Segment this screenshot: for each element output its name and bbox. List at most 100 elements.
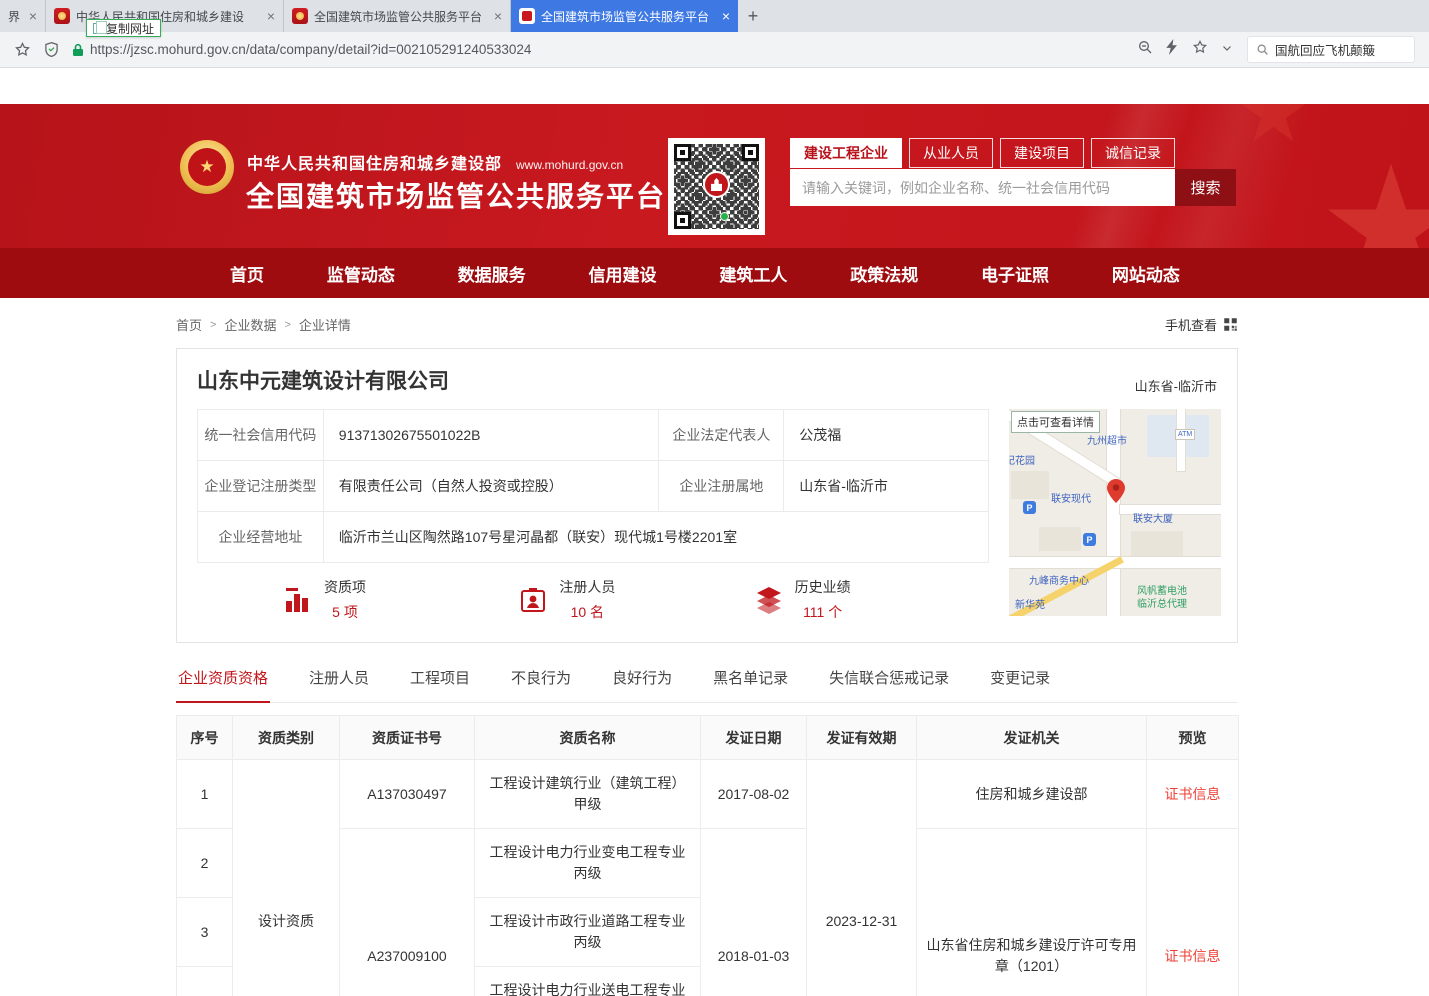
tab-close-icon[interactable]: ×	[29, 9, 37, 23]
cell-no: 4	[177, 967, 233, 996]
main-navigation: 首页 监管动态 数据服务 信用建设 建筑工人 政策法规 电子证照 网站动态	[0, 248, 1429, 298]
stat-historical-performance[interactable]: 历史业绩 111 个	[754, 577, 989, 622]
stat-label: 注册人员	[559, 577, 615, 597]
nav-item-site-news[interactable]: 网站动态	[1112, 261, 1180, 286]
ministry-name: 中华人民共和国住房和城乡建设部	[247, 150, 502, 174]
url-text: https://jzsc.mohurd.gov.cn/data/company/…	[90, 42, 531, 57]
bookmark-star-icon[interactable]	[14, 41, 31, 58]
qualification-icon	[283, 585, 313, 615]
field-label: 企业注册属地	[659, 461, 784, 512]
ministry-line: 中华人民共和国住房和城乡建设部 www.mohurd.gov.cn	[247, 150, 623, 174]
breadcrumb-company-data[interactable]: 企业数据	[224, 315, 276, 334]
page-top-gap	[0, 68, 1429, 104]
col-header: 发证有效期	[807, 716, 917, 760]
nav-item-home[interactable]: 首页	[230, 261, 264, 286]
ministry-site-url: www.mohurd.gov.cn	[516, 158, 623, 172]
field-label: 企业法定代表人	[659, 410, 784, 461]
stat-qualifications[interactable]: 资质项 5 项	[283, 577, 518, 622]
nav-item-credit[interactable]: 信用建设	[589, 261, 657, 286]
company-region: 山东省-临沂市	[1135, 376, 1217, 395]
qr-green-dot	[720, 212, 729, 221]
qr-center-logo	[703, 171, 730, 198]
tab-dishonesty-records[interactable]: 失信联合惩戒记录	[827, 667, 951, 702]
copy-url-tooltip[interactable]: 复制网址	[86, 19, 161, 37]
site-banner: 中华人民共和国住房和城乡建设部 www.mohurd.gov.cn 全国建筑市场…	[0, 104, 1429, 248]
breadcrumb-company-detail: 企业详情	[299, 315, 351, 334]
hot-search-text: 国航回应飞机颠簸	[1275, 40, 1375, 59]
tab-title: 全国建筑市场监管公共服务平台	[541, 8, 716, 25]
tab-title: 全国建筑市场监管公共服务平台	[314, 8, 488, 25]
cell-issue-date: 2018-01-03	[701, 829, 807, 996]
breadcrumb: 首页 > 企业数据 > 企业详情 手机查看	[176, 315, 1238, 334]
cell-cert-no: A137030497	[340, 760, 475, 829]
site-favicon	[519, 8, 535, 24]
nav-item-workers[interactable]: 建筑工人	[719, 261, 787, 286]
cell-issue-date: 2017-08-02	[701, 760, 807, 829]
map-building	[1131, 531, 1183, 557]
mobile-view-button[interactable]: 手机查看	[1165, 315, 1238, 334]
personnel-badge-icon	[518, 585, 548, 615]
map-thumbnail[interactable]: 点击可查看详情 九州超市 ATM 纪花园 联安现代 联安大厦 九峰商务中心 新华…	[1009, 409, 1221, 616]
nav-item-certificates[interactable]: 电子证照	[981, 261, 1049, 286]
nav-item-supervision[interactable]: 监管动态	[327, 261, 395, 286]
qualification-table: 序号 资质类别 资质证书号 资质名称 发证日期 发证有效期 发证机关 预览 1 …	[176, 715, 1239, 996]
browser-window: 界 × 中华人民共和国住房和城乡建设 × 全国建筑市场监管公共服务平台 × 全国…	[0, 0, 1429, 996]
cert-info-link[interactable]: 证书信息	[1165, 948, 1221, 964]
favorite-star-icon[interactable]	[1192, 39, 1208, 60]
map-label: 联安大厦	[1133, 513, 1173, 526]
search-tab-personnel[interactable]: 从业人员	[909, 138, 993, 168]
browser-tab-active[interactable]: 全国建筑市场监管公共服务平台 ×	[511, 0, 738, 32]
url-input[interactable]: https://jzsc.mohurd.gov.cn/data/company/…	[72, 42, 1125, 57]
cell-preview: 证书信息	[1147, 760, 1239, 829]
col-header: 资质证书号	[340, 716, 475, 760]
copy-icon	[93, 23, 102, 34]
search-tab-enterprise[interactable]: 建设工程企业	[790, 138, 902, 168]
nav-item-policy[interactable]: 政策法规	[850, 261, 918, 286]
chevron-down-icon[interactable]	[1221, 41, 1233, 59]
browser-tab-jzsc[interactable]: 全国建筑市场监管公共服务平台 ×	[284, 0, 511, 32]
company-info: 统一社会信用代码 91371302675501022B 企业法定代表人 公茂福 …	[197, 409, 989, 622]
stat-value: 111 个	[795, 602, 851, 622]
tab-close-icon[interactable]: ×	[267, 9, 275, 23]
keyword-search-input[interactable]	[790, 169, 1175, 206]
tab-projects[interactable]: 工程项目	[408, 667, 472, 702]
map-label: 风帆蓄电池 临沂总代理	[1137, 585, 1187, 611]
cert-info-link[interactable]: 证书信息	[1165, 786, 1221, 802]
cell-qual-name: 工程设计市政行业道路工程专业丙级	[475, 898, 701, 967]
new-tab-button[interactable]: +	[738, 0, 768, 32]
search-button[interactable]: 搜索	[1175, 169, 1236, 206]
tab-bad-behavior[interactable]: 不良行为	[509, 667, 573, 702]
search-tab-project[interactable]: 建设项目	[1000, 138, 1084, 168]
breadcrumb-home[interactable]: 首页	[176, 315, 202, 334]
tab-qualifications[interactable]: 企业资质资格	[176, 667, 270, 703]
tab-close-icon[interactable]: ×	[494, 9, 502, 23]
hot-search-box[interactable]: 国航回应飞机颠簸	[1247, 36, 1415, 63]
site-security-shield-icon[interactable]	[44, 41, 59, 58]
detail-tabs: 企业资质资格 注册人员 工程项目 不良行为 良好行为 黑名单记录 失信联合惩戒记…	[176, 667, 1238, 703]
banner-star-icon	[1317, 144, 1429, 248]
browser-tab-partial[interactable]: 界 ×	[0, 0, 46, 32]
browser-tab-bar: 界 × 中华人民共和国住房和城乡建设 × 全国建筑市场监管公共服务平台 × 全国…	[0, 0, 1429, 32]
browser-tab-mohurd[interactable]: 中华人民共和国住房和城乡建设 ×	[46, 0, 284, 32]
atm-icon: ATM	[1175, 429, 1195, 440]
col-header: 资质类别	[233, 716, 340, 760]
lightning-icon[interactable]	[1166, 39, 1179, 60]
tab-blacklist[interactable]: 黑名单记录	[711, 667, 790, 702]
col-header: 发证机关	[917, 716, 1147, 760]
search-tab-credit[interactable]: 诚信记录	[1091, 138, 1175, 168]
field-label: 企业经营地址	[198, 512, 324, 563]
tab-registered-personnel[interactable]: 注册人员	[307, 667, 371, 702]
nav-item-data-service[interactable]: 数据服务	[458, 261, 526, 286]
qr-code	[668, 138, 765, 235]
address-bar-actions	[1137, 39, 1233, 60]
tab-change-records[interactable]: 变更记录	[988, 667, 1052, 702]
cell-preview: 证书信息	[1147, 829, 1239, 996]
company-info-table: 统一社会信用代码 91371302675501022B 企业法定代表人 公茂福 …	[197, 409, 989, 563]
cell-valid-until: 2023-12-31	[807, 760, 917, 996]
tab-close-icon[interactable]: ×	[722, 9, 730, 23]
zoom-icon[interactable]	[1137, 39, 1153, 60]
cell-no: 2	[177, 829, 233, 898]
col-header: 资质名称	[475, 716, 701, 760]
stat-registered-personnel[interactable]: 注册人员 10 名	[518, 577, 753, 622]
tab-good-behavior[interactable]: 良好行为	[610, 667, 674, 702]
